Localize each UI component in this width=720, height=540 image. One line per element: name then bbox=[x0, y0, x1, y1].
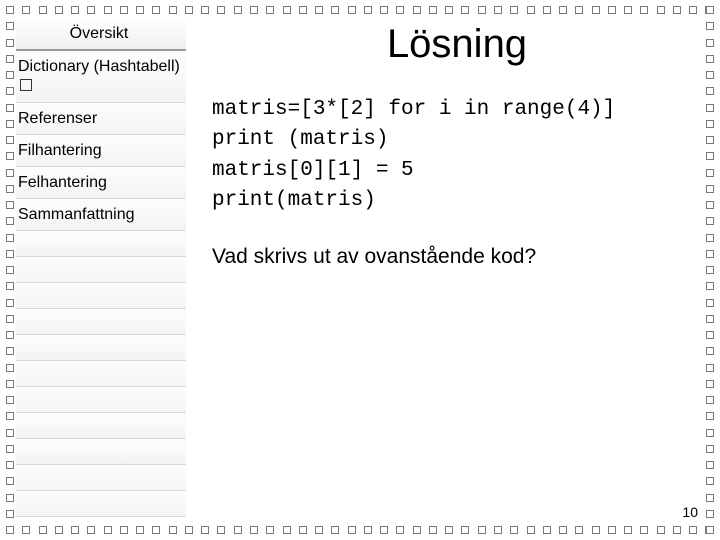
sidebar-item-felhantering[interactable]: Felhantering bbox=[16, 167, 186, 199]
sidebar-item-label: Felhantering bbox=[18, 174, 107, 191]
sidebar-item-referenser[interactable]: Referenser bbox=[16, 103, 186, 135]
sidebar-item-label: Referenser bbox=[18, 110, 97, 127]
frame-right bbox=[706, 6, 714, 534]
sidebar-empty-row bbox=[16, 361, 186, 387]
sidebar-empty-row bbox=[16, 491, 186, 517]
sidebar-empty-row bbox=[16, 283, 186, 309]
sidebar-item-filhantering[interactable]: Filhantering bbox=[16, 135, 186, 167]
frame-left bbox=[6, 6, 14, 534]
sidebar: Översikt Dictionary (Hashtabell) Referen… bbox=[16, 16, 186, 524]
frame-bottom bbox=[6, 526, 714, 534]
page-number: 10 bbox=[682, 504, 698, 520]
sidebar-item-label: Filhantering bbox=[18, 142, 102, 159]
slide-title: Lösning bbox=[210, 22, 704, 67]
code-line: matris=[3*[2] for i in range(4)] bbox=[212, 98, 615, 121]
content-area: Översikt Dictionary (Hashtabell) Referen… bbox=[16, 16, 704, 524]
sidebar-empty-row bbox=[16, 465, 186, 491]
code-line: matris[0][1] = 5 bbox=[212, 159, 414, 182]
main-panel: Lösning matris=[3*[2] for i in range(4)]… bbox=[186, 16, 704, 524]
sidebar-empty-row bbox=[16, 439, 186, 465]
code-block: matris=[3*[2] for i in range(4)] print (… bbox=[212, 95, 704, 217]
frame-top bbox=[6, 6, 714, 14]
sidebar-empty-row bbox=[16, 413, 186, 439]
sidebar-item-label: Översikt bbox=[70, 25, 129, 42]
question-text: Vad skrivs ut av ovanstående kod? bbox=[212, 245, 704, 269]
sidebar-empty-row bbox=[16, 335, 186, 361]
code-line: print(matris) bbox=[212, 189, 376, 212]
placeholder-box-icon bbox=[20, 79, 32, 91]
sidebar-item-dictionary[interactable]: Dictionary (Hashtabell) bbox=[16, 51, 186, 102]
sidebar-empty-row bbox=[16, 257, 186, 283]
sidebar-item-label: Sammanfattning bbox=[18, 206, 135, 223]
sidebar-empty-row bbox=[16, 309, 186, 335]
sidebar-empty-row bbox=[16, 387, 186, 413]
code-line: print (matris) bbox=[212, 128, 388, 151]
sidebar-item-oversikt[interactable]: Översikt bbox=[16, 18, 186, 51]
sidebar-item-sammanfattning[interactable]: Sammanfattning bbox=[16, 199, 186, 231]
slide: Översikt Dictionary (Hashtabell) Referen… bbox=[0, 0, 720, 540]
sidebar-empty-row bbox=[16, 231, 186, 257]
sidebar-item-label: Dictionary (Hashtabell) bbox=[18, 58, 180, 75]
